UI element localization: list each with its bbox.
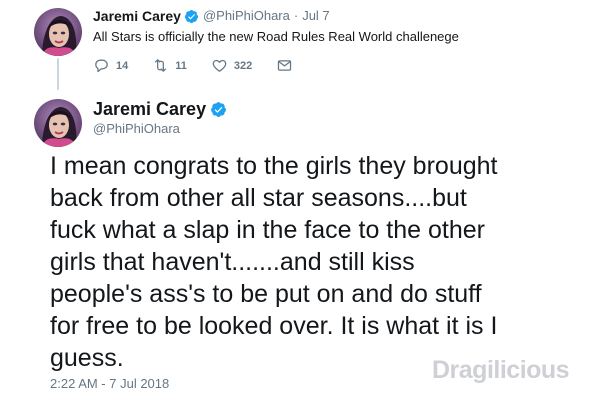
like-count: 322 [233, 59, 253, 72]
main-tweet-author: Jaremi Carey [93, 99, 231, 120]
main-tweet-avatar[interactable] [34, 99, 82, 147]
main-tweet-text: I mean congrats to the girls they brough… [50, 150, 570, 374]
parent-tweet-text: All Stars is officially the new Road Rul… [93, 29, 459, 44]
envelope-icon [278, 60, 292, 71]
tweet-text-line: I mean congrats to the girls they brough… [50, 152, 498, 180]
header-separator: · [293, 8, 299, 23]
reply-count: 14 [116, 59, 129, 72]
parent-tweet-header: Jaremi Carey @PhiPhiOhara · Jul 7 [93, 7, 330, 25]
verified-badge-icon [210, 101, 227, 118]
retweet-icon [155, 59, 167, 72]
main-author-name[interactable]: Jaremi Carey [93, 99, 206, 120]
parent-tweet-avatar[interactable] [34, 8, 82, 56]
avatar-image [34, 8, 82, 56]
parent-tweet-date[interactable]: Jul 7 [302, 7, 329, 25]
tweet-text-line: for free to be looked over. It is what i… [50, 312, 498, 340]
thread-connector-line [57, 58, 59, 90]
verified-badge-icon [184, 9, 199, 24]
tweet-screenshot: Jaremi Carey @PhiPhiOhara · Jul 7 All St… [0, 0, 600, 404]
parent-author-name[interactable]: Jaremi Carey [93, 7, 181, 25]
direct-message-button[interactable] [276, 57, 293, 74]
tweet-text-line: people's ass's to be put on and do stuff [50, 280, 482, 308]
tweet-text-line: girls that haven't.......and still kiss [50, 248, 415, 276]
tweet-text-line: fuck what a slap in the face to the othe… [50, 216, 485, 244]
main-author-handle[interactable]: @PhiPhiOhara [93, 121, 180, 136]
retweet-button[interactable]: 11 [152, 57, 187, 74]
tweet-timestamp[interactable]: 2:22 AM - 7 Jul 2018 [50, 376, 169, 391]
tweet-text-line: back from other all star seasons....but [50, 184, 467, 212]
avatar-image [34, 99, 82, 147]
reply-icon [95, 59, 108, 73]
parent-author-handle[interactable]: @PhiPhiOhara [203, 7, 290, 25]
like-button[interactable]: 322 [211, 57, 252, 74]
parent-tweet-actions: 14 11 322 [93, 57, 317, 74]
retweet-count: 11 [175, 59, 187, 72]
watermark-logo: Dragilicious [432, 356, 570, 384]
heart-icon [212, 59, 227, 72]
reply-button[interactable]: 14 [93, 57, 128, 74]
